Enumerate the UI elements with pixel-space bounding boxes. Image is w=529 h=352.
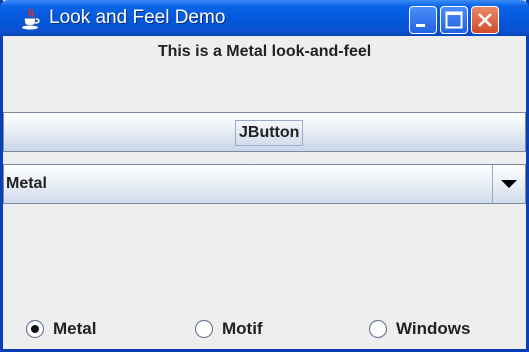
triangle-down-icon bbox=[501, 180, 517, 188]
maximize-icon bbox=[445, 11, 463, 29]
look-and-feel-label: This is a Metal look-and-feel bbox=[157, 43, 372, 60]
radio-metal-label: Metal bbox=[53, 319, 97, 338]
app-window: Look and Feel Demo This is a Metal look-… bbox=[0, 0, 529, 352]
window-title: Look and Feel Demo bbox=[49, 7, 226, 28]
close-button[interactable] bbox=[471, 6, 499, 34]
look-and-feel-combo[interactable]: Metal bbox=[3, 164, 526, 204]
jbutton[interactable]: JButton bbox=[3, 112, 526, 152]
java-cup-icon bbox=[21, 8, 41, 30]
radio-selected-icon bbox=[25, 319, 45, 339]
combo-arrow-button[interactable] bbox=[492, 165, 525, 203]
maximize-button[interactable] bbox=[440, 6, 468, 34]
minimize-icon bbox=[416, 24, 425, 27]
radio-motif-label: Motif bbox=[222, 319, 263, 338]
close-icon bbox=[478, 13, 492, 27]
combo-selected-value: Metal bbox=[6, 175, 47, 192]
jbutton-label: JButton bbox=[235, 120, 304, 146]
minimize-button[interactable] bbox=[409, 6, 437, 34]
title-bar[interactable]: Look and Feel Demo bbox=[0, 0, 529, 36]
radio-unselected-icon bbox=[368, 319, 388, 339]
radio-unselected-icon bbox=[194, 319, 214, 339]
radio-windows-label: Windows bbox=[396, 319, 471, 338]
